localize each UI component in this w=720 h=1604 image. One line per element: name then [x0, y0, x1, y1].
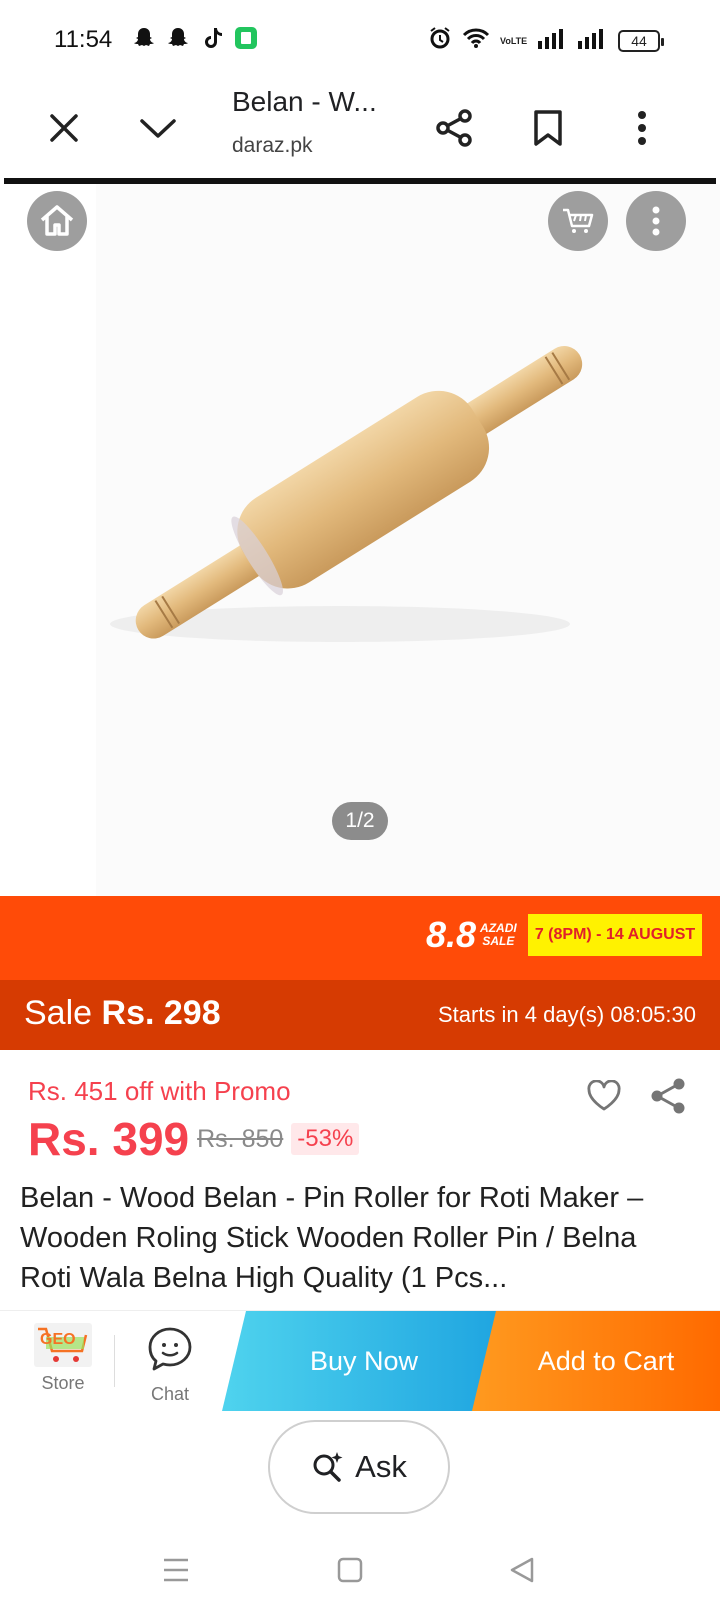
tiktok-icon: [200, 26, 224, 50]
share-page-button[interactable]: [424, 98, 484, 158]
back-triangle-icon: [510, 1557, 534, 1583]
chat-button[interactable]: Chat: [130, 1319, 210, 1407]
current-price: Rs. 399: [28, 1113, 190, 1165]
more-vertical-icon: [638, 111, 646, 145]
status-time: 11:54: [54, 26, 113, 53]
menu-icon: [164, 1558, 188, 1582]
status-bar: 11:54 VoLTE 44: [0, 0, 720, 80]
wifi-icon: [462, 27, 490, 54]
sale-bar: Sale Rs. 298 Starts in 4 day(s) 08:05:30: [0, 980, 720, 1050]
original-price: Rs. 850: [197, 1124, 284, 1153]
home-button[interactable]: [27, 191, 87, 251]
ask-button[interactable]: Ask: [268, 1420, 450, 1514]
chat-icon: [148, 1327, 192, 1371]
product-gallery[interactable]: 1/2: [0, 184, 720, 896]
square-icon: [337, 1557, 363, 1583]
image-pager: 1/2: [332, 802, 388, 840]
more-vertical-icon: [652, 206, 660, 236]
bookmark-button[interactable]: [518, 98, 578, 158]
wishlist-button[interactable]: [582, 1074, 626, 1118]
sale-price: Rs. 298: [101, 994, 221, 1032]
alarm-icon: [428, 26, 452, 55]
ai-search-icon: [313, 1452, 343, 1482]
app-icon: [234, 26, 258, 50]
bookmark-icon: [534, 110, 562, 146]
campaign-banner[interactable]: 8.8 AZADI SALE 7 (8PM) - 14 AUGUST: [0, 896, 720, 980]
campaign-tag-line1: AZADI: [480, 921, 517, 935]
heart-icon: [587, 1080, 621, 1111]
share-icon: [436, 109, 472, 147]
ask-label: Ask: [355, 1449, 407, 1484]
store-button[interactable]: GEO Store: [22, 1319, 104, 1407]
signal-icon: [538, 27, 568, 54]
cart-button[interactable]: [548, 191, 608, 251]
buy-now-button[interactable]: Buy Now: [222, 1311, 506, 1411]
campaign-date: 7 (8PM) - 14 AUGUST: [528, 914, 702, 956]
close-icon: [50, 114, 78, 142]
more-options-button[interactable]: [612, 98, 672, 158]
signal-icon: [578, 27, 608, 54]
campaign-tag: AZADI SALE: [480, 922, 517, 948]
chat-label: Chat: [150, 1384, 190, 1404]
close-button[interactable]: [34, 98, 94, 158]
snapchat-icon: [166, 26, 190, 50]
snapchat-icon: [132, 26, 156, 50]
store-label: Store: [41, 1373, 85, 1393]
cart-icon: [563, 208, 594, 233]
page-title: Belan - W...: [232, 86, 377, 117]
battery-icon: 44: [618, 29, 664, 52]
discount-badge: -53%: [291, 1123, 360, 1155]
add-to-cart-button[interactable]: Add to Cart: [472, 1311, 720, 1411]
collapse-button[interactable]: [128, 98, 188, 158]
campaign-logo: 8.8 AZADI SALE: [426, 914, 517, 956]
campaign-tag-line2: SALE: [482, 934, 515, 948]
sale-price-label: Sale Rs. 298: [24, 994, 221, 1033]
home-icon: [40, 205, 74, 236]
campaign-number: 8.8: [426, 914, 477, 955]
share-product-button[interactable]: [646, 1074, 690, 1118]
store-logo: GEO: [34, 1323, 92, 1367]
system-navigation-bar: [0, 1530, 720, 1604]
store-logo-text: GEO: [40, 1331, 76, 1348]
bottom-action-bar: GEO Store Chat Buy Now Add to Cart: [0, 1310, 720, 1411]
home-nav-button[interactable]: [330, 1550, 370, 1590]
page-domain: daraz.pk: [232, 134, 313, 157]
product-image: [110, 346, 583, 642]
promo-text[interactable]: Rs. 451 off with Promo: [28, 1076, 291, 1107]
notification-icons: [132, 26, 258, 50]
recent-apps-button[interactable]: [156, 1550, 196, 1590]
volte-label: VoLTE: [500, 35, 528, 46]
system-status-icons: VoLTE 44: [428, 26, 664, 55]
share-icon: [651, 1078, 685, 1114]
chevron-down-icon: [140, 119, 176, 138]
action-divider: [114, 1335, 115, 1387]
sale-countdown: Starts in 4 day(s) 08:05:30: [437, 1002, 696, 1027]
back-nav-button[interactable]: [502, 1550, 542, 1590]
price-row: Rs. 399 Rs. 850 -53%: [28, 1112, 360, 1166]
gallery-more-button[interactable]: [626, 191, 686, 251]
sale-prefix: Sale: [24, 994, 93, 1032]
product-title: Belan - Wood Belan - Pin Roller for Roti…: [20, 1182, 644, 1294]
